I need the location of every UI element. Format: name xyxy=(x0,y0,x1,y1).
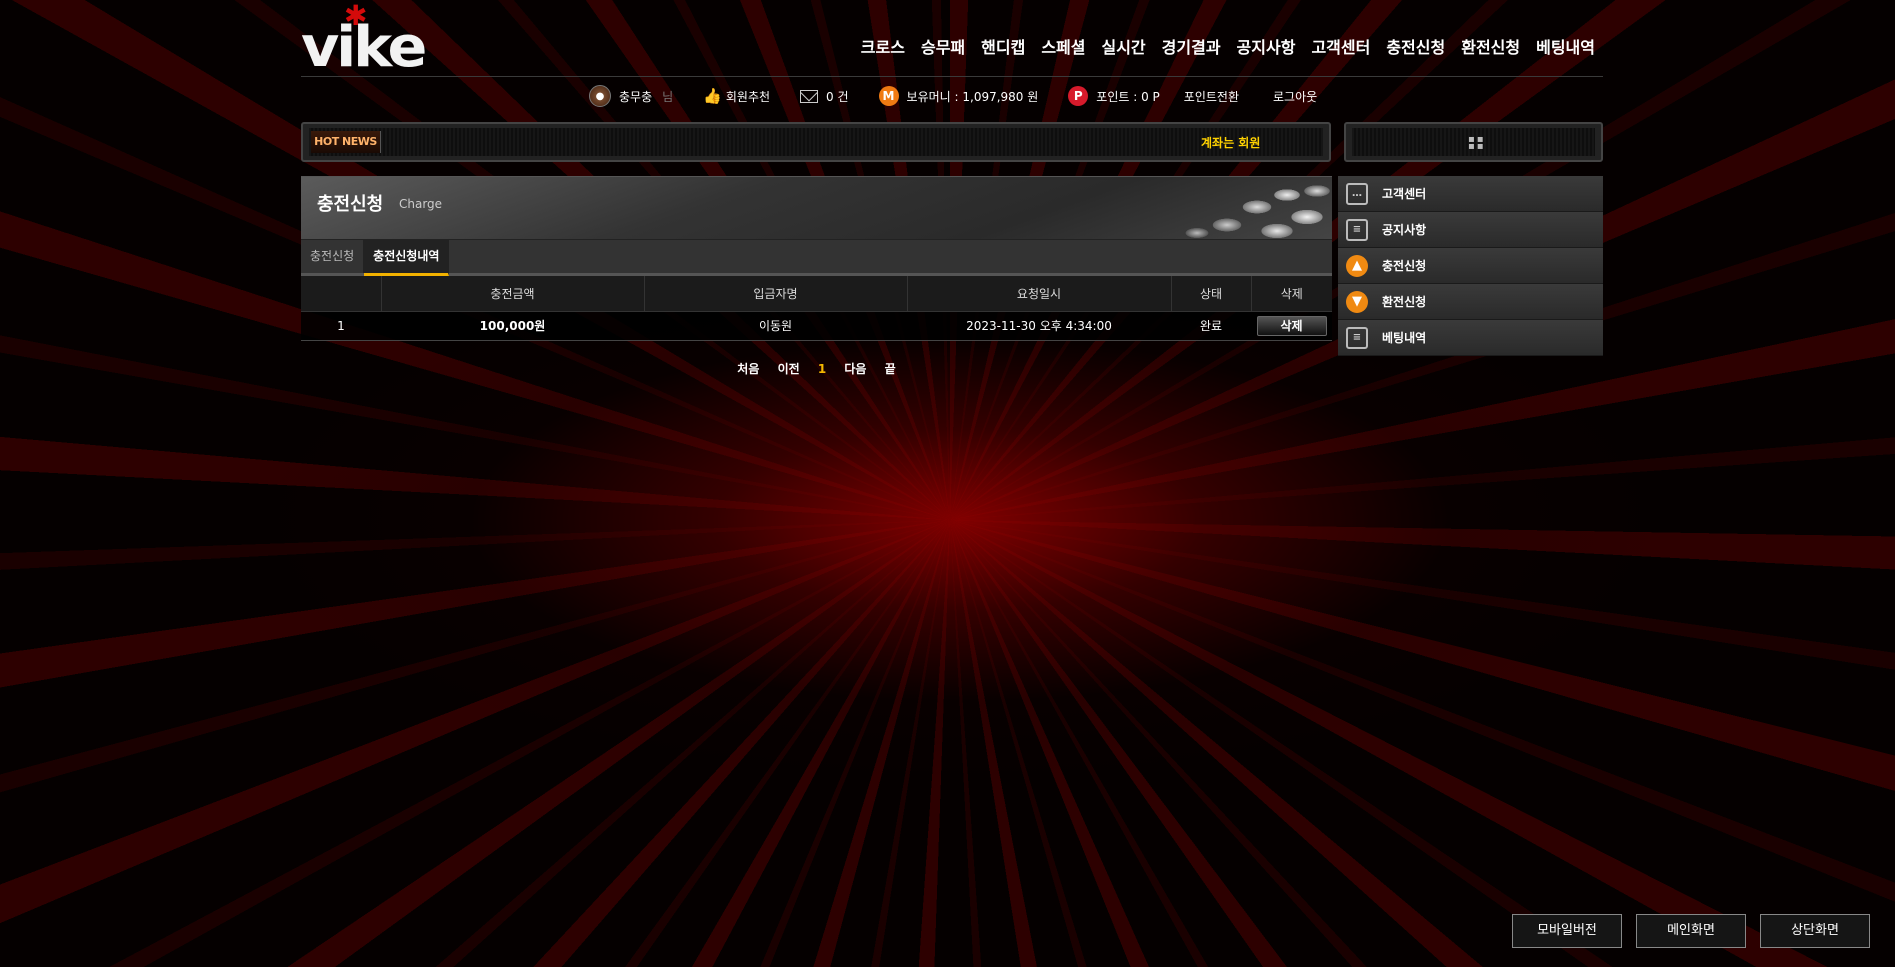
nav-deposit[interactable]: 충전신청 xyxy=(1386,34,1445,58)
side-menu-withdraw-label: 환전신청 xyxy=(1382,295,1427,309)
news-ticker-text[interactable]: 계좌는 회원 xyxy=(1201,134,1261,151)
side-menu-support-label: 고객센터 xyxy=(1382,187,1427,201)
bottom-buttons: 모바일버전 메인화면 상단화면 xyxy=(1512,914,1870,948)
nav-cross[interactable]: 크로스 xyxy=(861,34,905,58)
arrow-up-icon: ▲ xyxy=(1346,254,1368,277)
scroll-top-button[interactable]: 상단화면 xyxy=(1760,914,1870,948)
username-text: 충무충 xyxy=(619,89,653,104)
nav-withdraw[interactable]: 환전신청 xyxy=(1461,34,1520,58)
row-delete-cell: 삭제 xyxy=(1251,311,1332,341)
page-wrapper: ✱ vike 크로스 승무패 핸디캡 스페셜 실시간 경기결과 공지사항 고객센… xyxy=(301,0,1603,376)
money-label: 보유머니 : 1,097,980 원 xyxy=(906,89,1039,104)
row-requested: 2023-11-30 오후 4:34:00 xyxy=(907,311,1171,341)
nav-win-draw-loss[interactable]: 승무패 xyxy=(921,34,965,58)
messages-link[interactable]: 0 건 xyxy=(800,88,849,105)
user-name: ● 충무충 님 xyxy=(589,85,673,107)
table-header-row: 충전금액 입금자명 요청일시 상태 삭제 xyxy=(301,276,1332,312)
table-row: 1 100,000원 이동원 2023-11-30 오후 4:34:00 완료 … xyxy=(301,311,1332,341)
nav-live[interactable]: 실시간 xyxy=(1101,34,1145,58)
hot-news-bar: HOT NEWS 계좌는 회원 xyxy=(301,122,1331,162)
logo-text: vike xyxy=(301,15,427,80)
notebook-icon: ≡ xyxy=(1346,218,1368,241)
panel-header: 충전신청 Charge xyxy=(301,176,1332,239)
messages-count: 0 건 xyxy=(826,89,849,104)
header: ✱ vike 크로스 승무패 핸디캡 스페셜 실시간 경기결과 공지사항 고객센… xyxy=(301,0,1603,80)
logout-label: 로그아웃 xyxy=(1272,89,1318,104)
col-amount: 충전금액 xyxy=(381,276,645,312)
point-convert-label: 포인트전환 xyxy=(1183,89,1239,104)
side-menu-notice[interactable]: ≡ 공지사항 xyxy=(1338,212,1603,248)
col-status: 상태 xyxy=(1171,276,1252,312)
col-number xyxy=(301,276,382,312)
row-status: 완료 xyxy=(1171,311,1251,341)
col-delete: 삭제 xyxy=(1251,276,1332,312)
point-icon: P xyxy=(1068,86,1089,106)
side-menu-bet-history[interactable]: ≡ 베팅내역 xyxy=(1338,320,1603,356)
mail-icon xyxy=(800,89,819,103)
delete-button[interactable]: 삭제 xyxy=(1256,315,1327,336)
notebook-icon: ≡ xyxy=(1346,326,1368,349)
pager-last[interactable]: 끝 xyxy=(885,362,896,376)
side-menu-notice-label: 공지사항 xyxy=(1382,223,1427,237)
deposit-history-table: 충전금액 입금자명 요청일시 상태 삭제 1 100,000원 이동원 2023… xyxy=(301,276,1332,341)
money-balance: M 보유머니 : 1,097,980 원 xyxy=(878,86,1039,106)
nav-bet-history[interactable]: 베팅내역 xyxy=(1536,34,1595,58)
side-menu-bet-history-label: 베팅내역 xyxy=(1382,331,1427,345)
pagination: 처음 이전 1 다음 끝 xyxy=(301,360,1332,377)
username-suffix: 님 xyxy=(662,89,674,104)
top-navigation: 크로스 승무패 핸디캡 스페셜 실시간 경기결과 공지사항 고객센터 충전신청 … xyxy=(861,34,1595,58)
chat-icon: … xyxy=(1346,182,1368,205)
arrow-down-icon: ▼ xyxy=(1346,290,1368,313)
side-menu-deposit[interactable]: ▲ 충전신청 xyxy=(1338,248,1603,284)
col-requested: 요청일시 xyxy=(907,276,1172,312)
row-number: 1 xyxy=(301,311,381,341)
main-page-button[interactable]: 메인화면 xyxy=(1636,914,1746,948)
points-balance: P 포인트 : 0 P xyxy=(1068,86,1160,106)
news-ticker-area xyxy=(309,128,1323,156)
tab-deposit-history[interactable]: 충전신청내역 xyxy=(364,240,450,276)
side-ticker-box: ▪▪ ▪▪ xyxy=(1344,122,1603,162)
logout-link[interactable]: 로그아웃 xyxy=(1273,88,1317,105)
hot-news-badge: HOT NEWS xyxy=(311,131,381,153)
dots-icon: ▪▪ ▪▪ xyxy=(1468,134,1486,152)
coins-illustration xyxy=(1157,177,1332,239)
points-label: 포인트 : 0 P xyxy=(1096,89,1160,104)
nav-support[interactable]: 고객센터 xyxy=(1311,34,1370,58)
pager-current[interactable]: 1 xyxy=(818,362,826,376)
side-menu-withdraw[interactable]: ▼ 환전신청 xyxy=(1338,284,1603,320)
recommend-label: 회원추천 xyxy=(725,89,771,104)
recommend-link[interactable]: 👍 회원추천 xyxy=(703,87,770,105)
mobile-version-button[interactable]: 모바일버전 xyxy=(1512,914,1622,948)
point-convert-link[interactable]: 포인트전환 xyxy=(1184,88,1239,105)
row-amount: 100,000원 xyxy=(381,311,644,341)
rank-badge-icon: ● xyxy=(589,85,611,107)
deposit-panel: 충전신청 Charge 충전신청 충전신청내역 충전금액 입금자명 요청일시 상… xyxy=(301,176,1332,377)
right-side-menu: … 고객센터 ≡ 공지사항 ▲ 충전신청 ▼ 환전신청 ≡ 베팅내역 xyxy=(1338,176,1603,356)
thumbs-up-icon: 👍 xyxy=(703,87,722,105)
pager-next[interactable]: 다음 xyxy=(844,362,866,376)
page-title: 충전신청 xyxy=(317,194,384,215)
row-depositor: 이동원 xyxy=(644,311,907,341)
col-depositor: 입금자명 xyxy=(644,276,908,312)
side-menu-deposit-label: 충전신청 xyxy=(1382,259,1427,273)
nav-special[interactable]: 스페셜 xyxy=(1041,34,1085,58)
nav-results[interactable]: 경기결과 xyxy=(1162,34,1221,58)
pager-first[interactable]: 처음 xyxy=(737,362,759,376)
pager-prev[interactable]: 이전 xyxy=(778,362,800,376)
money-icon: M xyxy=(878,86,899,106)
nav-handicap[interactable]: 핸디캡 xyxy=(981,34,1025,58)
nav-notice[interactable]: 공지사항 xyxy=(1237,34,1296,58)
tab-deposit-request[interactable]: 충전신청 xyxy=(301,240,365,273)
panel-tabs: 충전신청 충전신청내역 xyxy=(301,239,1332,276)
page-subtitle: Charge xyxy=(399,197,443,211)
site-logo[interactable]: ✱ vike xyxy=(301,0,456,80)
user-info-bar: ● 충무충 님 👍 회원추천 0 건 M 보유머니 : 1,097,980 원 … xyxy=(589,84,1347,108)
side-menu-support[interactable]: … 고객센터 xyxy=(1338,176,1603,212)
